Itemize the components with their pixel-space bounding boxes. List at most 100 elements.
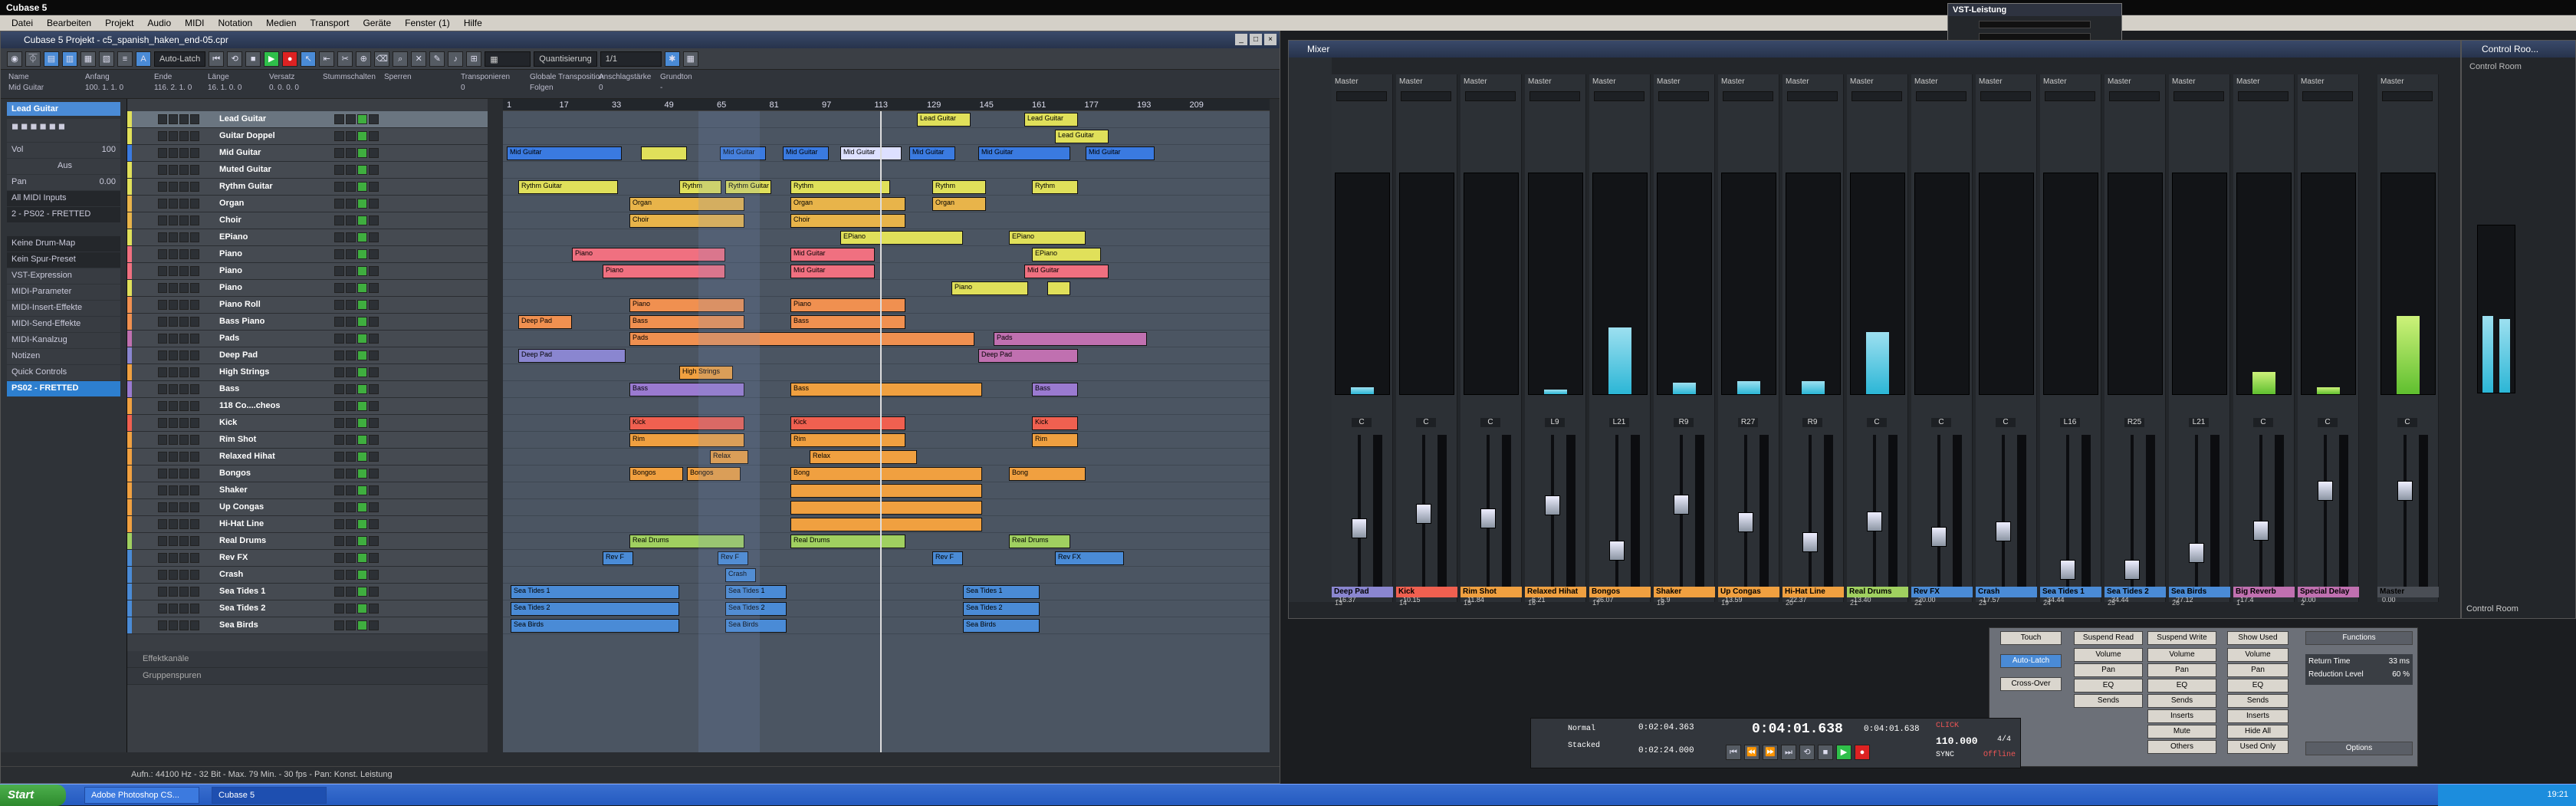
solo-button[interactable] [169,620,178,630]
track-row[interactable]: Sea Birds [127,617,488,634]
channel-fader[interactable] [2305,435,2351,604]
solo-button[interactable] [169,587,178,597]
track-name[interactable]: EPiano [219,232,248,242]
track-name[interactable]: Pads [219,334,239,343]
transport-stop-icon[interactable]: ■ [1818,745,1833,760]
lock-button[interactable] [369,519,379,529]
event-part[interactable]: Kick [790,416,905,430]
track-row[interactable]: Choir [127,212,488,229]
write-automation-button[interactable] [346,334,356,344]
read-automation-button[interactable] [334,283,344,293]
event-part[interactable]: Mid Guitar [1086,146,1155,160]
event-part[interactable]: Lead Guitar [917,113,971,127]
instrument-edit-button[interactable] [357,452,367,462]
event-part[interactable]: EPiano [1009,231,1086,245]
mute-button[interactable] [158,553,167,563]
menu-item-audio[interactable]: Audio [140,18,178,28]
automation-toggle-volume[interactable]: Volume [2074,648,2143,662]
solo-button[interactable] [169,553,178,563]
event-part[interactable]: Mid Guitar [507,146,622,160]
track-row[interactable]: Bass [127,381,488,398]
mute-button[interactable] [158,131,167,141]
event-part[interactable] [790,518,982,531]
info-value[interactable]: 0. 0. 0. 0 [269,83,299,94]
read-automation-button[interactable] [334,401,344,411]
record-enable-button[interactable] [179,620,189,630]
channel-pan[interactable]: L21 [2189,418,2209,427]
channel-routing[interactable]: Master [2172,77,2227,88]
channel-fader[interactable] [1983,435,2029,604]
automation-toggle-sends[interactable]: Sends [2147,694,2216,708]
write-automation-button[interactable] [346,131,356,141]
lock-button[interactable] [369,401,379,411]
record-enable-button[interactable] [179,536,189,546]
record-enable-button[interactable] [179,148,189,158]
record-enable-button[interactable] [179,519,189,529]
fader-cap[interactable] [2060,560,2075,581]
channel-routing[interactable]: Master [2108,77,2163,88]
write-automation-button[interactable] [346,199,356,209]
record-enable-button[interactable] [179,587,189,597]
glue-tool-icon[interactable]: ⊕ [356,51,372,67]
read-automation-button[interactable] [334,317,344,327]
monitor-button[interactable] [190,418,199,428]
write-automation-button[interactable] [346,469,356,479]
track-row[interactable]: Shaker [127,482,488,499]
channel-input-select[interactable] [1658,91,1709,101]
taskbar-item-photoshop[interactable]: Adobe Photoshop CS... [84,787,199,804]
read-automation-button[interactable] [334,485,344,495]
write-automation-button[interactable] [346,215,356,225]
write-automation-button[interactable] [346,502,356,512]
instrument-edit-button[interactable] [357,418,367,428]
solo-button[interactable] [169,604,178,614]
record-enable-button[interactable] [179,570,189,580]
transport-play-icon[interactable]: ▶ [1836,745,1852,760]
channel-name[interactable]: Sea Birds [2169,587,2230,597]
mute-button[interactable] [158,469,167,479]
monitor-button[interactable] [190,469,199,479]
channel-pan[interactable]: R9 [1674,418,1694,427]
quantize-select[interactable]: 1/1 [600,51,662,67]
lock-button[interactable] [369,452,379,462]
track-name[interactable]: Guitar Doppel [219,131,275,140]
track-name[interactable]: Mid Guitar [219,148,261,157]
transport-record-icon[interactable]: ● [1855,745,1870,760]
record-enable-button[interactable] [179,334,189,344]
automation-toggle-sends[interactable]: Sends [2227,694,2288,708]
record-enable-button[interactable] [179,131,189,141]
channel-fader[interactable] [1468,435,1514,604]
monitor-button[interactable] [190,283,199,293]
solo-button[interactable] [169,469,178,479]
lock-button[interactable] [369,435,379,445]
solo-button[interactable] [169,502,178,512]
fader-cap[interactable] [1352,518,1367,539]
track-name[interactable]: Shaker [219,485,248,495]
mute-button[interactable] [158,317,167,327]
instrument-edit-button[interactable] [357,350,367,360]
automation-toggle-inserts[interactable]: Inserts [2227,709,2288,723]
inspector-track-name[interactable]: Lead Guitar [7,102,120,116]
goto-start-icon[interactable]: ⏮ [209,51,225,67]
info-value[interactable]: 0 [599,83,651,94]
mute-button[interactable] [158,334,167,344]
automation-mode-icon[interactable]: A [136,51,151,67]
instrument-edit-button[interactable] [357,317,367,327]
click-toggle[interactable]: CLICK [1936,722,1959,730]
write-automation-button[interactable] [346,435,356,445]
write-automation-button[interactable] [346,418,356,428]
channel-fader[interactable] [2048,435,2094,604]
write-automation-button[interactable] [346,249,356,259]
inspector-drummap[interactable]: Keine Drum-Map [7,236,120,252]
fader-cap[interactable] [2318,481,2333,501]
channel-routing[interactable]: Master [2380,77,2436,88]
channel-input-select[interactable] [1787,91,1838,101]
mute-button[interactable] [158,114,167,124]
solo-button[interactable] [169,131,178,141]
overview-toggle-icon[interactable]: ▦ [80,51,96,67]
event-part[interactable]: Piano [790,298,905,312]
channel-input-select[interactable] [1723,91,1773,101]
mute-button[interactable] [158,367,167,377]
project-cursor[interactable] [880,111,882,752]
channel-fader[interactable] [1726,435,1772,604]
inspector-pan[interactable]: Pan 0.00 [7,175,120,190]
